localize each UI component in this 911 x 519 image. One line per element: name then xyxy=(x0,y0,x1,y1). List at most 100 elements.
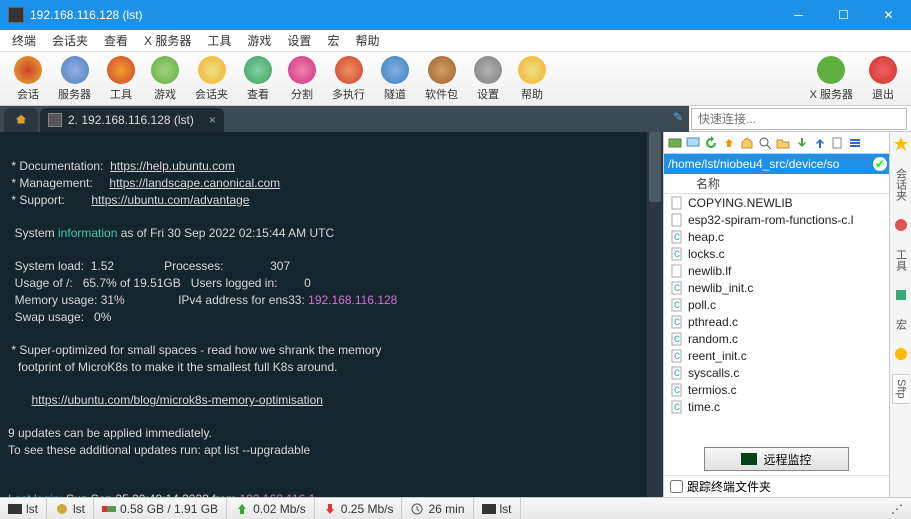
menu-games[interactable]: 游戏 xyxy=(239,30,279,51)
file-row[interactable]: esp32-spiram-rom-functions-c.l xyxy=(664,211,889,228)
folder-icon[interactable] xyxy=(774,134,791,151)
file-row[interactable]: cpthread.c xyxy=(664,313,889,330)
toolbar-帮助[interactable]: 帮助 xyxy=(510,54,554,104)
sftp-side-icon[interactable] xyxy=(893,346,909,362)
toolbar-多执行[interactable]: 多执行 xyxy=(324,54,373,104)
toolbar-会话夹[interactable]: 会话夹 xyxy=(187,54,236,104)
microk8s-link[interactable]: https://ubuntu.com/blog/microk8s-memory-… xyxy=(31,393,322,407)
menu-tools[interactable]: 工具 xyxy=(199,30,239,51)
menu-xserver[interactable]: X 服务器 xyxy=(136,30,199,51)
session-tab[interactable]: 2. 192.168.116.128 (lst) × xyxy=(40,108,224,132)
terminal-scrollbar[interactable] xyxy=(647,132,663,497)
refresh-icon[interactable] xyxy=(702,134,719,151)
file-row[interactable]: csyscalls.c xyxy=(664,364,889,381)
file-row[interactable]: COPYING.NEWLIB xyxy=(664,194,889,211)
toolbar-软件包[interactable]: 软件包 xyxy=(417,54,466,104)
file-row[interactable]: newlib.lf xyxy=(664,262,889,279)
file-row[interactable]: clocks.c xyxy=(664,245,889,262)
menu-macros[interactable]: 宏 xyxy=(319,30,347,51)
status-session1[interactable]: lst xyxy=(0,498,47,519)
file-row[interactable]: crandom.c xyxy=(664,330,889,347)
toolbar-会话[interactable]: 会话 xyxy=(6,54,50,104)
vtab-sftp[interactable]: Sftp xyxy=(892,374,909,404)
file-row[interactable]: creent_init.c xyxy=(664,347,889,364)
file-icon xyxy=(670,213,684,227)
file-row[interactable]: cnewlib_init.c xyxy=(664,279,889,296)
toolbar-icon xyxy=(518,56,546,84)
download-icon[interactable] xyxy=(792,134,809,151)
file-list[interactable]: COPYING.NEWLIBesp32-spiram-rom-functions… xyxy=(664,194,889,443)
quick-connect-box[interactable] xyxy=(691,108,907,130)
path-ok-icon: ✔ xyxy=(873,157,887,171)
toolbar-label: 游戏 xyxy=(154,86,176,102)
menu-sessions[interactable]: 会话夹 xyxy=(44,30,96,51)
svg-text:c: c xyxy=(674,315,680,328)
file-icon xyxy=(670,196,684,210)
maximize-button[interactable]: ☐ xyxy=(821,0,866,30)
toolbar-label: 分割 xyxy=(291,86,313,102)
minimize-button[interactable]: ─ xyxy=(776,0,821,30)
list-icon[interactable] xyxy=(846,134,863,151)
toolbar-服务器[interactable]: 服务器 xyxy=(50,54,99,104)
terminal[interactable]: * Documentation: https://help.ubuntu.com… xyxy=(0,132,663,497)
scrollbar-thumb[interactable] xyxy=(649,132,661,202)
remote-monitor-button[interactable]: 远程监控 xyxy=(704,447,849,471)
vtab-tools[interactable]: 工具 xyxy=(891,245,911,275)
up-icon[interactable] xyxy=(720,134,737,151)
upload-icon[interactable] xyxy=(810,134,827,151)
toolbar-分割[interactable]: 分割 xyxy=(280,54,324,104)
toolbar-查看[interactable]: 查看 xyxy=(236,54,280,104)
doc-link[interactable]: https://help.ubuntu.com xyxy=(110,159,235,173)
toolbar-X 服务器[interactable]: X 服务器 xyxy=(802,54,861,104)
tab-bar: 2. 192.168.116.128 (lst) × ✎ xyxy=(0,106,689,132)
session-tab-label: 2. 192.168.116.128 (lst) xyxy=(68,113,194,127)
sftp-path[interactable]: /home/lst/niobeu4_src/device/so ✔ xyxy=(664,154,889,174)
toolbar-icon xyxy=(151,56,179,84)
toolbar-label: 服务器 xyxy=(58,86,91,102)
vtab-macros[interactable]: 宏 xyxy=(891,315,911,334)
status-session2[interactable]: lst xyxy=(47,498,94,519)
file-row[interactable]: ctermios.c xyxy=(664,381,889,398)
quick-connect-input[interactable] xyxy=(698,109,900,129)
find-icon[interactable] xyxy=(756,134,773,151)
toolbar-游戏[interactable]: 游戏 xyxy=(143,54,187,104)
star-icon[interactable] xyxy=(893,136,909,152)
file-row[interactable]: ctime.c xyxy=(664,398,889,415)
new-file-icon[interactable] xyxy=(828,134,845,151)
computer-icon[interactable] xyxy=(684,134,701,151)
tools-side-icon[interactable] xyxy=(893,217,909,233)
session-tab-row: 2. 192.168.116.128 (lst) × ✎ xyxy=(0,106,911,132)
status-session3[interactable]: lst xyxy=(474,498,521,519)
path-text: /home/lst/niobeu4_src/device/so xyxy=(668,157,839,171)
file-row[interactable]: cpoll.c xyxy=(664,296,889,313)
status-time: 26 min xyxy=(402,498,473,519)
file-icon: c xyxy=(670,400,684,414)
sup-link[interactable]: https://ubuntu.com/advantage xyxy=(91,193,249,207)
monitor-label: 远程监控 xyxy=(763,451,811,468)
toolbar-隧道[interactable]: 隧道 xyxy=(373,54,417,104)
file-row[interactable]: cheap.c xyxy=(664,228,889,245)
menu-settings[interactable]: 设置 xyxy=(279,30,319,51)
follow-checkbox[interactable] xyxy=(670,480,683,493)
status-grip: ⋰ xyxy=(883,498,911,519)
file-name: random.c xyxy=(688,332,738,346)
menu-terminal[interactable]: 终端 xyxy=(4,30,44,51)
toolbar-退出[interactable]: 退出 xyxy=(861,54,905,104)
menu-view[interactable]: 查看 xyxy=(96,30,136,51)
home-tab[interactable] xyxy=(4,108,38,132)
sysload-line: System load: 1.52 Processes: 307 xyxy=(8,259,290,273)
file-header-name[interactable]: 名称 xyxy=(664,174,889,194)
disk-icon[interactable] xyxy=(666,134,683,151)
window-title: 192.168.116.128 (lst) xyxy=(30,8,776,22)
key-icon[interactable]: ✎ xyxy=(673,110,683,124)
tab-close-icon[interactable]: × xyxy=(209,113,216,127)
toolbar-设置[interactable]: 设置 xyxy=(466,54,510,104)
vtab-sessions[interactable]: 会话夹 xyxy=(891,164,911,205)
macro-side-icon[interactable] xyxy=(893,287,909,303)
close-button[interactable]: ✕ xyxy=(866,0,911,30)
menu-help[interactable]: 帮助 xyxy=(347,30,387,51)
toolbar-工具[interactable]: 工具 xyxy=(99,54,143,104)
home-folder-icon[interactable] xyxy=(738,134,755,151)
file-icon: c xyxy=(670,247,684,261)
mgmt-link[interactable]: https://landscape.canonical.com xyxy=(109,176,280,190)
